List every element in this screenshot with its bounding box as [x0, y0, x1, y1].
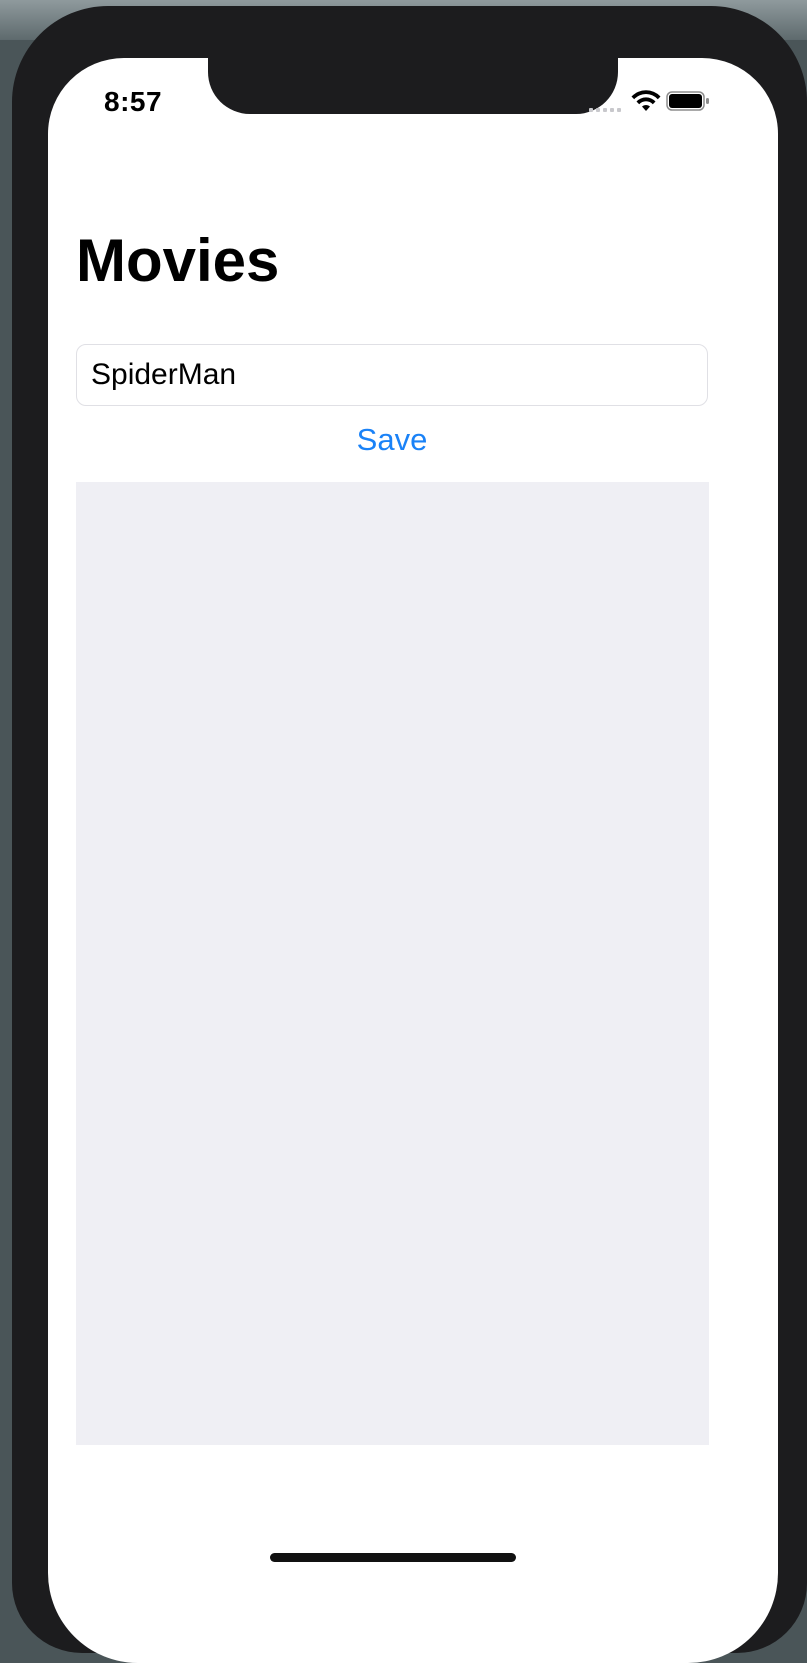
battery-icon	[666, 91, 709, 111]
wifi-icon	[631, 90, 661, 111]
save-button[interactable]: Save	[342, 418, 442, 462]
status-time: 8:57	[104, 86, 163, 117]
movie-name-input[interactable]	[76, 344, 708, 406]
device-notch	[208, 58, 618, 114]
page-title: Movies	[76, 227, 280, 294]
movies-list[interactable]	[76, 482, 709, 1445]
cellular-dots-icon	[589, 108, 621, 112]
app-screen: 8:57 Movies Save	[48, 58, 778, 1663]
device-frame: 8:57 Movies Save	[12, 6, 807, 1663]
home-indicator[interactable]	[270, 1553, 516, 1562]
